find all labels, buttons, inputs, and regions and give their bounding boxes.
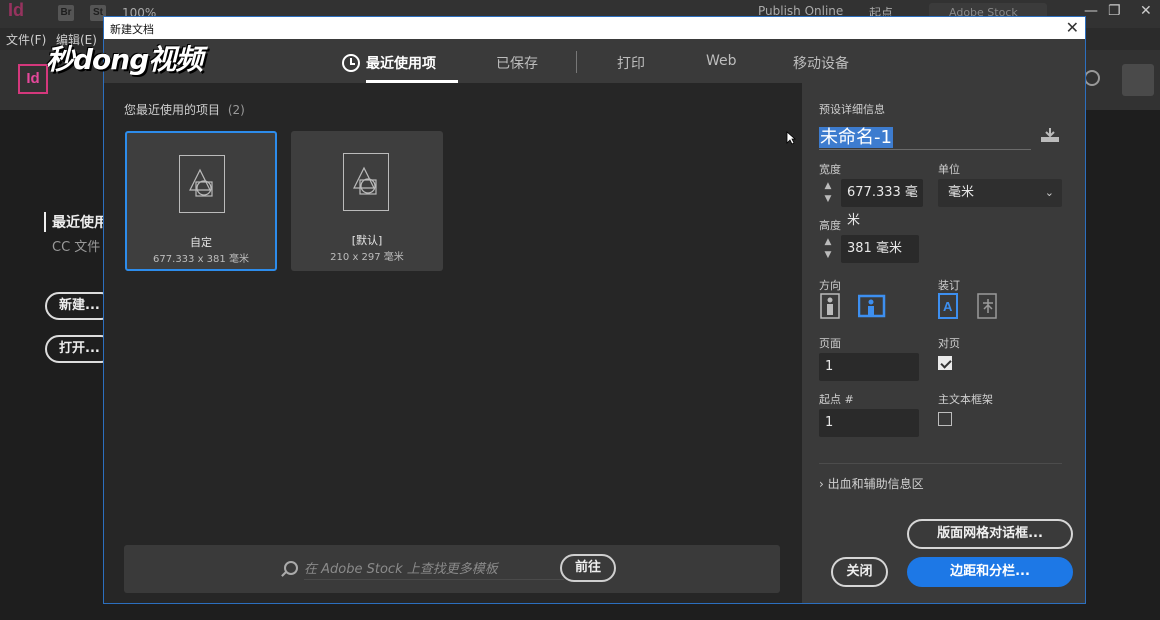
watermark-logo: 秒dong视频: [46, 43, 203, 76]
preset-card-custom[interactable]: 自定 677.333 x 381 毫米: [125, 131, 277, 271]
clock-icon: [342, 54, 360, 72]
help-icon[interactable]: [1084, 70, 1100, 86]
preset-name: [默认]: [351, 234, 383, 247]
increase-icon[interactable]: ▲: [823, 237, 833, 247]
tab-web[interactable]: Web: [706, 53, 737, 69]
binding-right-icon[interactable]: [976, 293, 1000, 319]
decrease-icon[interactable]: ▼: [823, 194, 833, 204]
restore-icon[interactable]: ❐: [1108, 3, 1121, 19]
bridge-button[interactable]: Br: [58, 5, 74, 21]
primary-text-frame-checkbox[interactable]: [938, 412, 952, 426]
section-divider: [819, 463, 1062, 464]
width-stepper[interactable]: ▲ ▼: [819, 179, 839, 207]
stock-search-bar: 前往: [124, 545, 780, 593]
document-name-field[interactable]: 未命名-1: [819, 123, 1031, 150]
stock-go-button[interactable]: 前往: [560, 554, 616, 582]
portrait-orientation-icon[interactable]: [819, 293, 843, 319]
preset-card-default[interactable]: [默认] 210 x 297 毫米: [291, 131, 443, 271]
unit-select[interactable]: 毫米 ⌄: [938, 179, 1062, 207]
preset-name: 自定: [190, 236, 212, 249]
dialog-title: 新建文档: [110, 23, 154, 36]
height-stepper[interactable]: ▲ ▼: [819, 235, 839, 263]
orientation-label: 方向: [819, 279, 841, 292]
pages-label: 页面: [819, 337, 841, 350]
margins-columns-button[interactable]: 边距和分栏...: [907, 557, 1073, 587]
bleed-slug-label: 出血和辅助信息区: [827, 477, 924, 491]
recent-heading-label: 您最近使用的项目: [124, 103, 221, 117]
indesign-logo-small: Id: [8, 0, 24, 20]
presets-pane: 您最近使用的项目 (2) 自定 677.333 x 381 毫米 [默认] 21…: [104, 83, 802, 603]
chevron-down-icon: ⌄: [1044, 186, 1054, 199]
primary-text-frame-label: 主文本框架: [938, 393, 993, 406]
dialog-title-bar: 新建文档 ✕: [104, 17, 1085, 39]
start-page-label: 起点 #: [819, 393, 854, 406]
minimize-icon[interactable]: —: [1084, 3, 1098, 19]
tab-separator: [576, 51, 577, 73]
start-page-input[interactable]: 1: [819, 409, 919, 437]
preset-details-pane: 预设详细信息 未命名-1 宽度 ▲ ▼ 677.333 毫米 单位 毫米 ⌄ 高度 …: [802, 83, 1085, 603]
mouse-cursor-icon: [786, 131, 796, 145]
landscape-orientation-icon[interactable]: [858, 293, 886, 319]
window-close-icon[interactable]: ✕: [1140, 3, 1152, 19]
recent-heading: 您最近使用的项目 (2): [124, 101, 245, 118]
binding-label: 装订: [938, 279, 960, 292]
document-name-value[interactable]: 未命名-1: [819, 127, 893, 148]
tab-mobile[interactable]: 移动设备: [793, 53, 849, 73]
home-cc-files[interactable]: CC 文件: [52, 236, 100, 255]
preset-size: 677.333 x 381 毫米: [153, 254, 249, 265]
facing-pages-label: 对页: [938, 337, 960, 350]
binding-left-icon[interactable]: A: [937, 293, 961, 319]
search-icon: [284, 561, 298, 575]
tab-recent[interactable]: 最近使用项: [366, 53, 436, 73]
decrease-icon[interactable]: ▼: [823, 250, 833, 260]
height-input[interactable]: 381 毫米: [841, 235, 919, 263]
new-document-dialog: 新建文档 ✕ 最近使用项 已保存 打印 Web 移动设备 您最近使用的项目 (2…: [103, 16, 1086, 604]
preset-size: 210 x 297 毫米: [330, 252, 404, 263]
document-icon: [179, 155, 225, 213]
save-preset-icon[interactable]: [1040, 127, 1060, 143]
tab-print[interactable]: 打印: [617, 53, 645, 73]
pages-input[interactable]: 1: [819, 353, 919, 381]
unit-value: 毫米: [948, 185, 975, 200]
menu-file[interactable]: 文件(F): [6, 31, 46, 48]
close-button[interactable]: 关闭: [831, 557, 888, 587]
layout-grid-button[interactable]: 版面网格对话框...: [907, 519, 1073, 549]
preset-details-heading: 预设详细信息: [819, 103, 885, 116]
home-recent-heading[interactable]: 最近使用: [44, 212, 108, 232]
facing-pages-checkbox[interactable]: [938, 356, 952, 370]
unit-label: 单位: [938, 163, 960, 176]
bleed-slug-toggle[interactable]: › 出血和辅助信息区: [819, 475, 924, 492]
dialog-tabs: 最近使用项 已保存 打印 Web 移动设备: [104, 39, 1085, 83]
increase-icon[interactable]: ▲: [823, 181, 833, 191]
chevron-right-icon: ›: [819, 477, 824, 491]
svg-text:A: A: [943, 299, 953, 314]
close-icon[interactable]: ✕: [1066, 18, 1079, 37]
width-label: 宽度: [819, 163, 841, 176]
indesign-logo: Id: [18, 64, 48, 94]
height-label: 高度: [819, 219, 841, 232]
document-icon: [343, 153, 389, 211]
recent-count: (2): [227, 103, 245, 117]
user-avatar[interactable]: [1122, 64, 1154, 96]
tab-saved[interactable]: 已保存: [496, 53, 538, 73]
stock-search-input[interactable]: [304, 559, 564, 580]
width-input[interactable]: 677.333 毫米: [841, 179, 923, 228]
